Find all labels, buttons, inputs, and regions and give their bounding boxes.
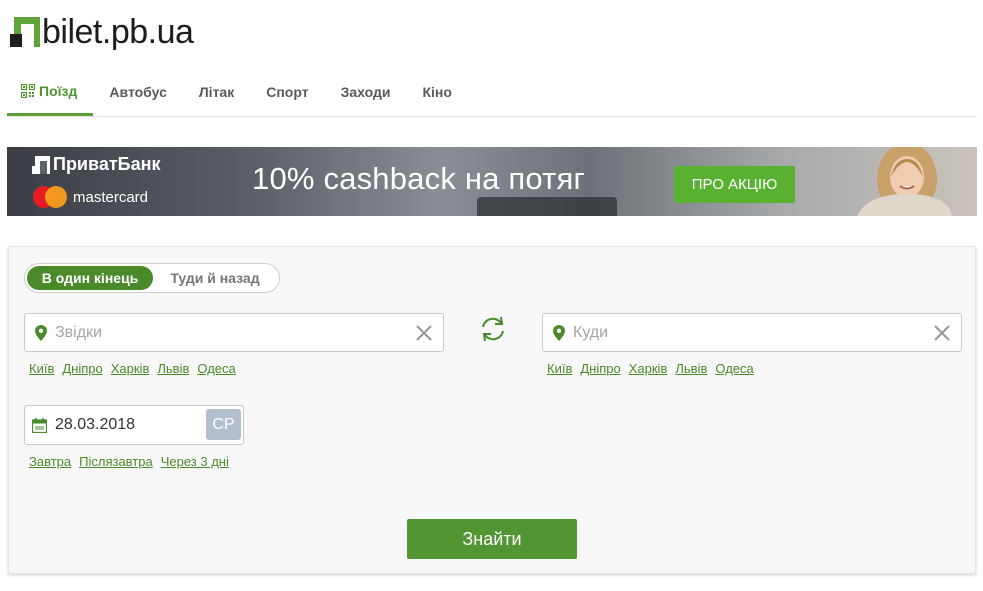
weekday-badge: СР — [206, 409, 241, 440]
tab-label: Спорт — [266, 84, 309, 100]
tab-label: Кіно — [422, 84, 452, 100]
calendar-icon — [32, 418, 47, 433]
clear-to-icon[interactable] — [933, 324, 951, 342]
qr-icon — [21, 83, 35, 98]
tab-label: Літак — [198, 84, 235, 100]
date-link-tomorrow[interactable]: Завтра — [29, 454, 71, 469]
to-field — [542, 313, 962, 352]
date-link-day-after-tomorrow[interactable]: Післязавтра — [79, 454, 153, 469]
city-link-lviv[interactable]: Львів — [675, 361, 707, 376]
search-button[interactable]: Знайти — [407, 519, 577, 559]
swap-direction-icon[interactable] — [479, 315, 507, 343]
tab-events[interactable]: Заходи — [325, 68, 407, 116]
city-link-lviv[interactable]: Львів — [157, 361, 189, 376]
clear-from-icon[interactable] — [415, 324, 433, 342]
tab-bus[interactable]: Автобус — [93, 68, 182, 116]
city-link-kharkiv[interactable]: Харків — [111, 361, 150, 376]
city-link-dnipro[interactable]: Дніпро — [580, 361, 620, 376]
tab-label: Заходи — [340, 84, 391, 100]
site-logo-text: bilet.pb.ua — [42, 13, 194, 51]
from-field — [24, 313, 444, 352]
city-link-odesa[interactable]: Одеса — [197, 361, 235, 376]
to-input[interactable] — [573, 322, 913, 344]
city-link-dnipro[interactable]: Дніпро — [62, 361, 102, 376]
city-link-kyiv[interactable]: Київ — [29, 361, 54, 376]
from-input[interactable] — [55, 322, 395, 344]
date-link-in-3-days[interactable]: Через 3 дні — [161, 454, 229, 469]
tab-label: Поїзд — [39, 82, 78, 99]
city-link-kyiv[interactable]: Київ — [547, 361, 572, 376]
promo-banner[interactable]: ПриватБанк mastercard 10% cashback на по… — [7, 147, 977, 216]
mastercard-circle-orange-icon — [45, 186, 67, 208]
trip-type-toggle: В один кінець Туди й назад — [24, 263, 280, 293]
site-logo[interactable]: bilet.pb.ua — [10, 13, 194, 51]
tab-plane[interactable]: Літак — [183, 68, 250, 116]
tab-cinema[interactable]: Кіно — [406, 68, 467, 116]
one-way-option[interactable]: В один кінець — [27, 266, 153, 290]
tab-train[interactable]: Поїзд — [7, 68, 94, 116]
date-value: 28.03.2018 — [55, 416, 136, 433]
banner-bank-name: ПриватБанк — [53, 154, 161, 174]
quick-date-links: Завтра Післязавтра Через 3 дні — [29, 454, 237, 469]
privatbank-mark-icon — [32, 155, 50, 174]
city-link-odesa[interactable]: Одеса — [715, 361, 753, 376]
transport-tabs: Поїзд Автобус Літак Спорт Заходи Кіно — [7, 68, 977, 117]
banner-background-shape — [477, 197, 617, 216]
from-popular-cities: Київ Дніпро Харків Львів Одеса — [29, 361, 244, 376]
search-form: В один кінець Туди й назад Київ Дніпро Х… — [8, 246, 976, 574]
location-pin-icon — [35, 325, 47, 341]
privatbank-logo-icon — [10, 16, 40, 48]
banner-woman-image — [857, 147, 952, 216]
city-link-kharkiv[interactable]: Харків — [629, 361, 668, 376]
promo-details-button[interactable]: ПРО АКЦІЮ — [674, 166, 795, 203]
banner-card-brand: mastercard — [33, 186, 148, 208]
tab-label: Автобус — [109, 84, 167, 100]
round-trip-option[interactable]: Туди й назад — [155, 266, 275, 290]
location-pin-icon — [553, 325, 565, 341]
date-picker-field[interactable]: 28.03.2018 СР — [24, 405, 244, 445]
to-popular-cities: Київ Дніпро Харків Львів Одеса — [547, 361, 762, 376]
banner-card-name: mastercard — [73, 188, 149, 206]
banner-bank-logo: ПриватБанк — [32, 154, 160, 175]
banner-headline: 10% cashback на потяг — [252, 161, 586, 196]
tab-sport[interactable]: Спорт — [250, 68, 324, 116]
